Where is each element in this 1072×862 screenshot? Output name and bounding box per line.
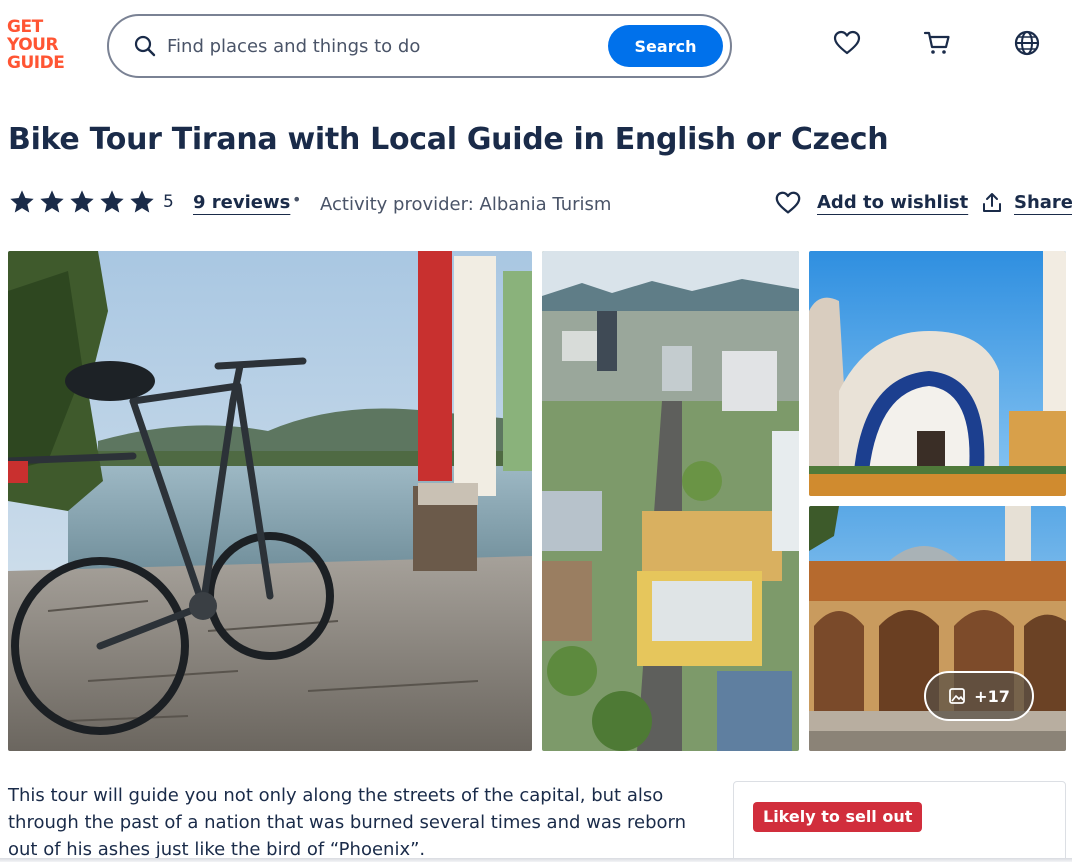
image-icon: [949, 688, 966, 704]
heart-icon[interactable]: [832, 28, 862, 58]
site-header: GET YOUR GUIDE Search: [0, 0, 1072, 90]
search-bar: Search: [107, 14, 732, 78]
rating-value: 5: [163, 192, 174, 212]
photo-gallery: +17: [8, 251, 1066, 751]
wishlist-heart-icon[interactable]: [774, 189, 802, 217]
activity-title: Bike Tour Tirana with Local Guide in Eng…: [8, 122, 889, 157]
activity-description: This tour will guide you not only along …: [8, 785, 687, 860]
share-icon[interactable]: [980, 191, 1004, 215]
globe-icon[interactable]: [1012, 28, 1042, 58]
bottom-divider: [0, 858, 1072, 862]
share-link[interactable]: Share: [1014, 192, 1072, 213]
likely-to-sell-out-badge: Likely to sell out: [753, 802, 923, 832]
search-button[interactable]: Search: [608, 25, 723, 67]
meta-separator: •: [292, 190, 302, 209]
getyourguide-logo[interactable]: GET YOUR GUIDE: [7, 19, 79, 75]
star-icon: [130, 190, 154, 213]
star-icon: [40, 190, 64, 213]
activity-meta: 5 9 reviews • Activity provider: Albania…: [8, 186, 1072, 220]
gallery-photo-bike[interactable]: [8, 251, 532, 751]
activity-provider: Activity provider: Albania Turism: [320, 194, 612, 215]
logo-line-3: GUIDE: [7, 53, 65, 73]
more-photos-count: +17: [974, 686, 1010, 706]
gallery-photo-aerial-city[interactable]: [542, 251, 799, 751]
booking-card: Likely to sell out: [733, 781, 1066, 862]
reviews-link[interactable]: 9 reviews: [193, 192, 290, 213]
star-rating: [8, 188, 156, 216]
cart-icon[interactable]: [922, 28, 952, 58]
search-input[interactable]: [167, 30, 587, 62]
gallery-photo-cathedral[interactable]: [809, 251, 1066, 496]
more-photos-button[interactable]: +17: [924, 671, 1034, 721]
add-to-wishlist-link[interactable]: Add to wishlist: [817, 192, 968, 213]
star-icon: [100, 190, 124, 213]
star-icon: [10, 190, 34, 213]
search-icon: [134, 35, 156, 57]
star-icon: [70, 190, 94, 213]
